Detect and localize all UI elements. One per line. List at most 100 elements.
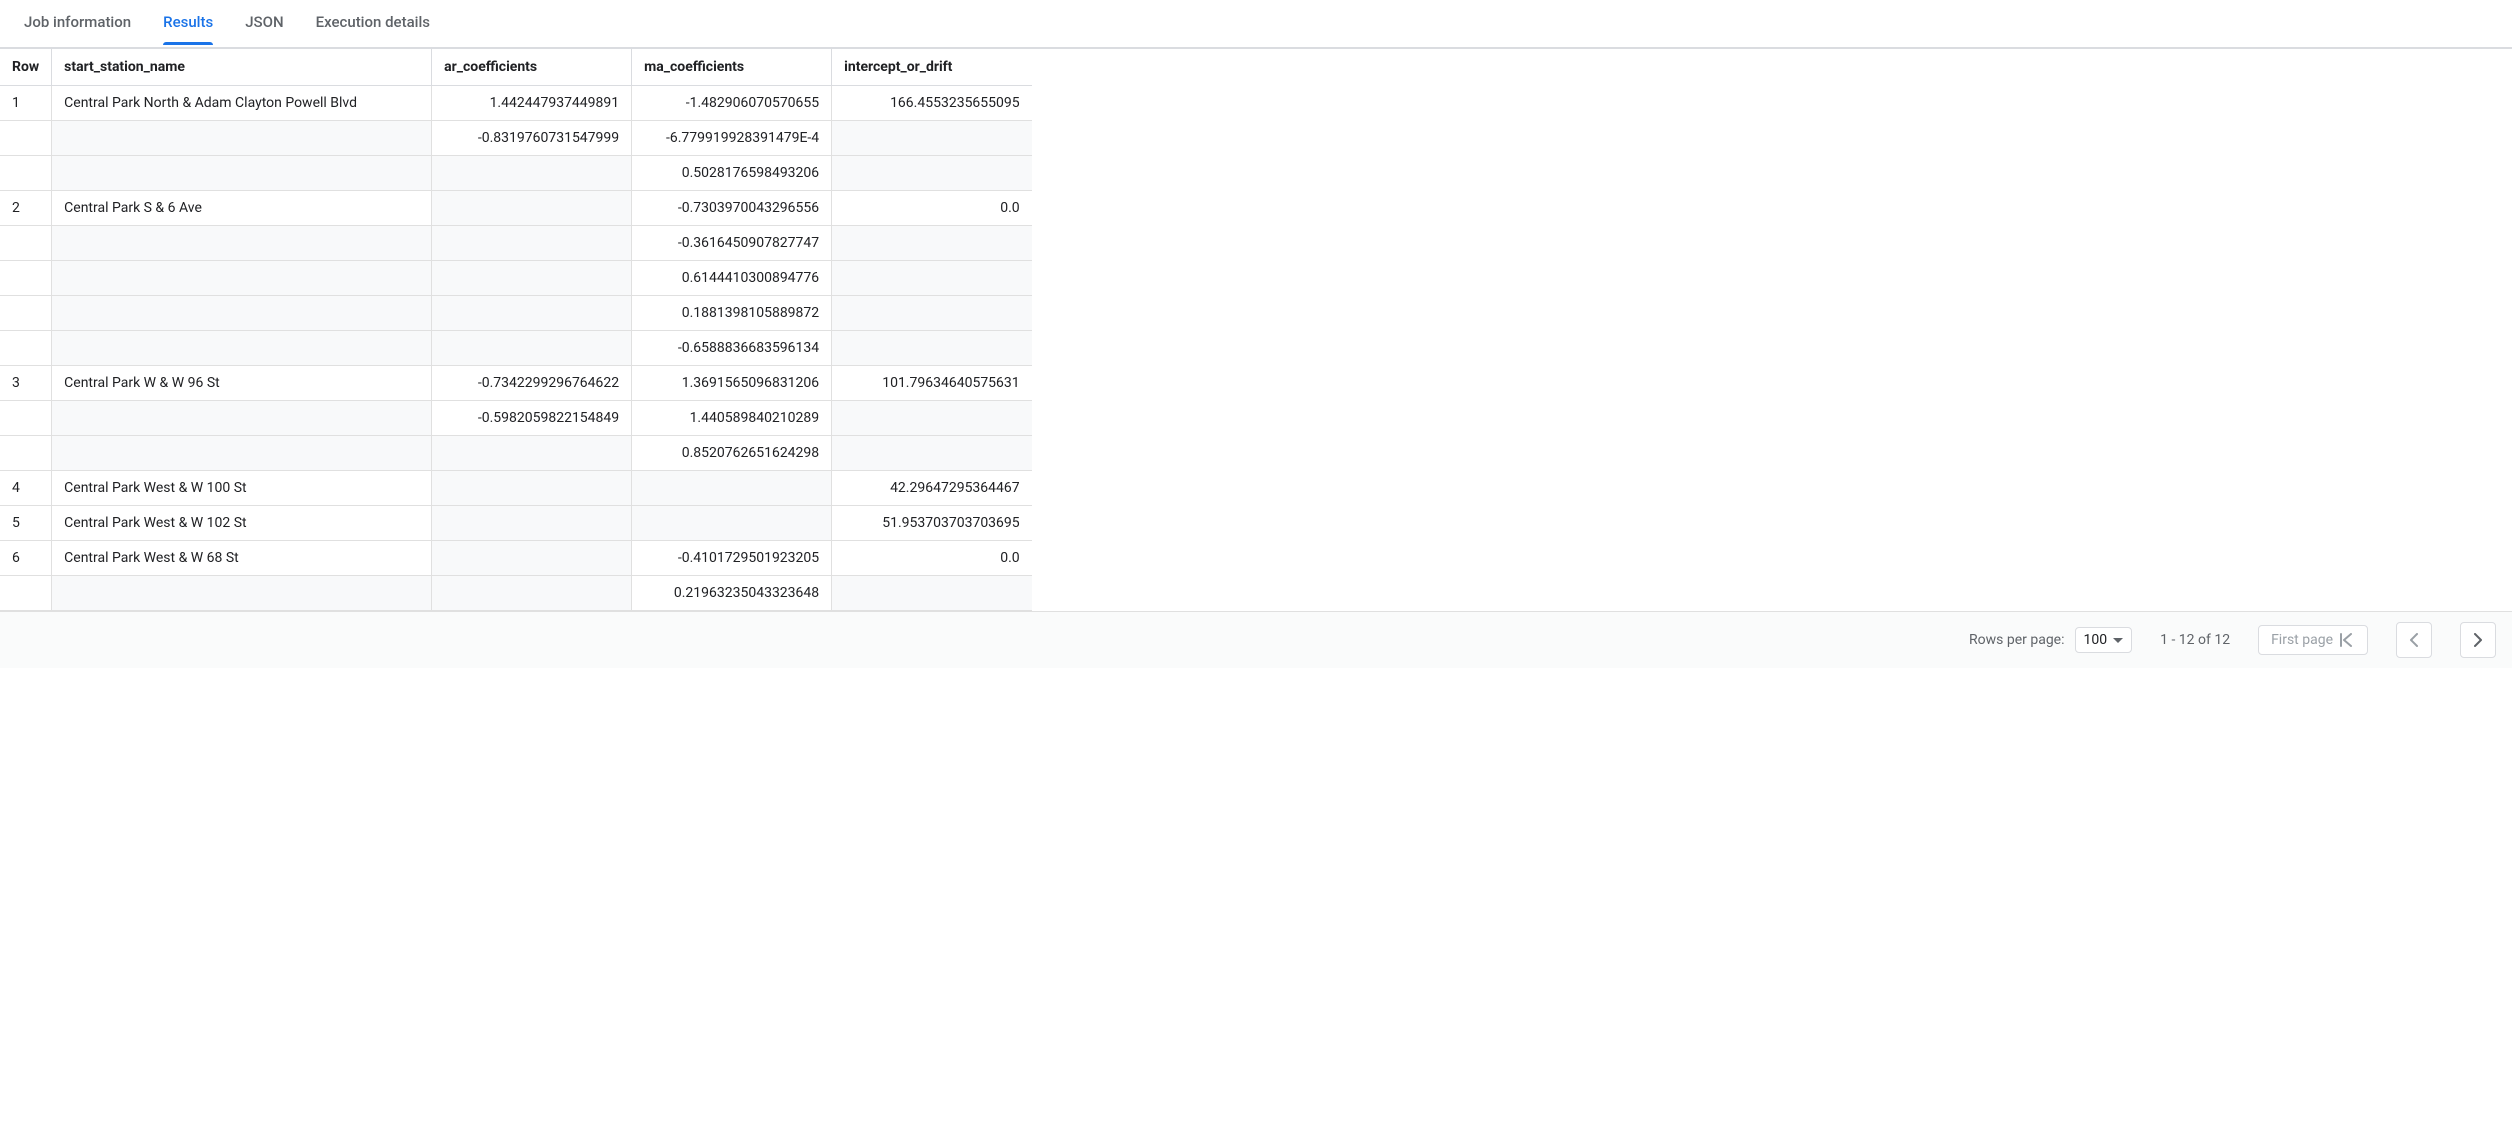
cell-row: 1 — [0, 86, 52, 121]
cell-start-station-name — [52, 226, 432, 261]
first-page-icon — [2339, 633, 2355, 647]
cell-ma-coefficients: -6.779919928391479E-4 — [632, 121, 832, 156]
cell-ma-coefficients: 0.6144410300894776 — [632, 261, 832, 296]
rows-per-page-label: Rows per page: — [1969, 632, 2064, 648]
cell-row: 2 — [0, 191, 52, 226]
cell-intercept-or-drift — [832, 296, 1032, 331]
cell-row — [0, 226, 52, 261]
cell-ar-coefficients: -0.7342299296764622 — [432, 366, 632, 401]
results-panel: Row start_station_name ar_coefficients m… — [0, 48, 2512, 611]
cell-ma-coefficients: 0.5028176598493206 — [632, 156, 832, 191]
rows-per-page: Rows per page: 100 — [1969, 627, 2132, 653]
tab-execution-details[interactable]: Execution details — [300, 0, 446, 47]
col-header-intercept-or-drift[interactable]: intercept_or_drift — [832, 49, 1032, 86]
cell-start-station-name — [52, 261, 432, 296]
rows-per-page-value: 100 — [2084, 632, 2108, 648]
cell-start-station-name — [52, 156, 432, 191]
cell-ar-coefficients — [432, 156, 632, 191]
tab-results[interactable]: Results — [147, 0, 229, 47]
cell-row: 5 — [0, 506, 52, 541]
cell-ma-coefficients: -0.7303970043296556 — [632, 191, 832, 226]
cell-intercept-or-drift — [832, 401, 1032, 436]
pagination-range: 1 - 12 of 12 — [2160, 632, 2230, 648]
cell-row — [0, 156, 52, 191]
first-page-button[interactable]: First page — [2258, 625, 2368, 655]
table-row: 5Central Park West & W 102 St 51.95370370… — [0, 506, 1032, 541]
cell-row: 4 — [0, 471, 52, 506]
cell-intercept-or-drift: 42.29647295364467 — [832, 471, 1032, 506]
cell-ma-coefficients: 1.440589840210289 — [632, 401, 832, 436]
cell-ar-coefficients — [432, 541, 632, 576]
cell-intercept-or-drift: 101.79634640575631 — [832, 366, 1032, 401]
cell-intercept-or-drift: 0.0 — [832, 191, 1032, 226]
table-row: -0.8319760731547999-6.779919928391479E-4 — [0, 121, 1032, 156]
cell-ar-coefficients — [432, 331, 632, 366]
cell-intercept-or-drift — [832, 121, 1032, 156]
cell-start-station-name: Central Park W & W 96 St — [52, 366, 432, 401]
table-footer: Rows per page: 100 1 - 12 of 12 First pa… — [0, 611, 2512, 668]
table-row: 4Central Park West & W 100 St 42.29647295… — [0, 471, 1032, 506]
table-row: 1Central Park North & Adam Clayton Powel… — [0, 86, 1032, 121]
table-row: -0.6588836683596134 — [0, 331, 1032, 366]
next-page-button[interactable] — [2460, 622, 2496, 658]
chevron-left-icon — [2409, 633, 2419, 647]
col-header-ar-coefficients[interactable]: ar_coefficients — [432, 49, 632, 86]
chevron-right-icon — [2473, 633, 2483, 647]
cell-ar-coefficients — [432, 471, 632, 506]
cell-start-station-name: Central Park West & W 100 St — [52, 471, 432, 506]
cell-ma-coefficients: 0.1881398105889872 — [632, 296, 832, 331]
table-header-row: Row start_station_name ar_coefficients m… — [0, 49, 1032, 86]
col-header-start-station-name[interactable]: start_station_name — [52, 49, 432, 86]
cell-ar-coefficients: 1.442447937449891 — [432, 86, 632, 121]
cell-start-station-name: Central Park West & W 102 St — [52, 506, 432, 541]
cell-intercept-or-drift: 51.953703703703695 — [832, 506, 1032, 541]
tab-json[interactable]: JSON — [229, 0, 299, 47]
cell-row: 6 — [0, 541, 52, 576]
cell-row — [0, 401, 52, 436]
cell-start-station-name: Central Park West & W 68 St — [52, 541, 432, 576]
cell-ar-coefficients: -0.8319760731547999 — [432, 121, 632, 156]
cell-intercept-or-drift — [832, 261, 1032, 296]
cell-ar-coefficients — [432, 191, 632, 226]
cell-ma-coefficients — [632, 506, 832, 541]
cell-ar-coefficients: -0.5982059822154849 — [432, 401, 632, 436]
cell-start-station-name — [52, 436, 432, 471]
col-header-row[interactable]: Row — [0, 49, 52, 86]
rows-per-page-select[interactable]: 100 — [2075, 627, 2133, 653]
cell-ar-coefficients — [432, 296, 632, 331]
cell-start-station-name — [52, 331, 432, 366]
cell-ma-coefficients: -0.6588836683596134 — [632, 331, 832, 366]
cell-ar-coefficients — [432, 506, 632, 541]
results-table: Row start_station_name ar_coefficients m… — [0, 49, 1032, 611]
cell-start-station-name: Central Park S & 6 Ave — [52, 191, 432, 226]
cell-start-station-name — [52, 121, 432, 156]
col-header-ma-coefficients[interactable]: ma_coefficients — [632, 49, 832, 86]
cell-intercept-or-drift — [832, 156, 1032, 191]
cell-intercept-or-drift — [832, 436, 1032, 471]
tab-job-information[interactable]: Job information — [8, 0, 147, 47]
table-row: 6Central Park West & W 68 St -0.410172950… — [0, 541, 1032, 576]
cell-ar-coefficients — [432, 226, 632, 261]
cell-ma-coefficients: -0.4101729501923205 — [632, 541, 832, 576]
cell-intercept-or-drift: 166.4553235655095 — [832, 86, 1032, 121]
cell-row — [0, 331, 52, 366]
cell-ar-coefficients — [432, 261, 632, 296]
cell-intercept-or-drift — [832, 576, 1032, 611]
table-row: 0.21963235043323648 — [0, 576, 1032, 611]
table-row: 0.8520762651624298 — [0, 436, 1032, 471]
cell-ma-coefficients: 0.21963235043323648 — [632, 576, 832, 611]
cell-start-station-name — [52, 296, 432, 331]
cell-row: 3 — [0, 366, 52, 401]
cell-intercept-or-drift — [832, 226, 1032, 261]
tabs-bar: Job informationResultsJSONExecution deta… — [0, 0, 2512, 48]
cell-ar-coefficients — [432, 576, 632, 611]
table-row: 0.1881398105889872 — [0, 296, 1032, 331]
table-row: -0.59820598221548491.440589840210289 — [0, 401, 1032, 436]
cell-ar-coefficients — [432, 436, 632, 471]
cell-ma-coefficients: -0.3616450907827747 — [632, 226, 832, 261]
prev-page-button[interactable] — [2396, 622, 2432, 658]
cell-ma-coefficients: 1.3691565096831206 — [632, 366, 832, 401]
cell-ma-coefficients — [632, 471, 832, 506]
cell-ma-coefficients: -1.482906070570655 — [632, 86, 832, 121]
cell-row — [0, 121, 52, 156]
